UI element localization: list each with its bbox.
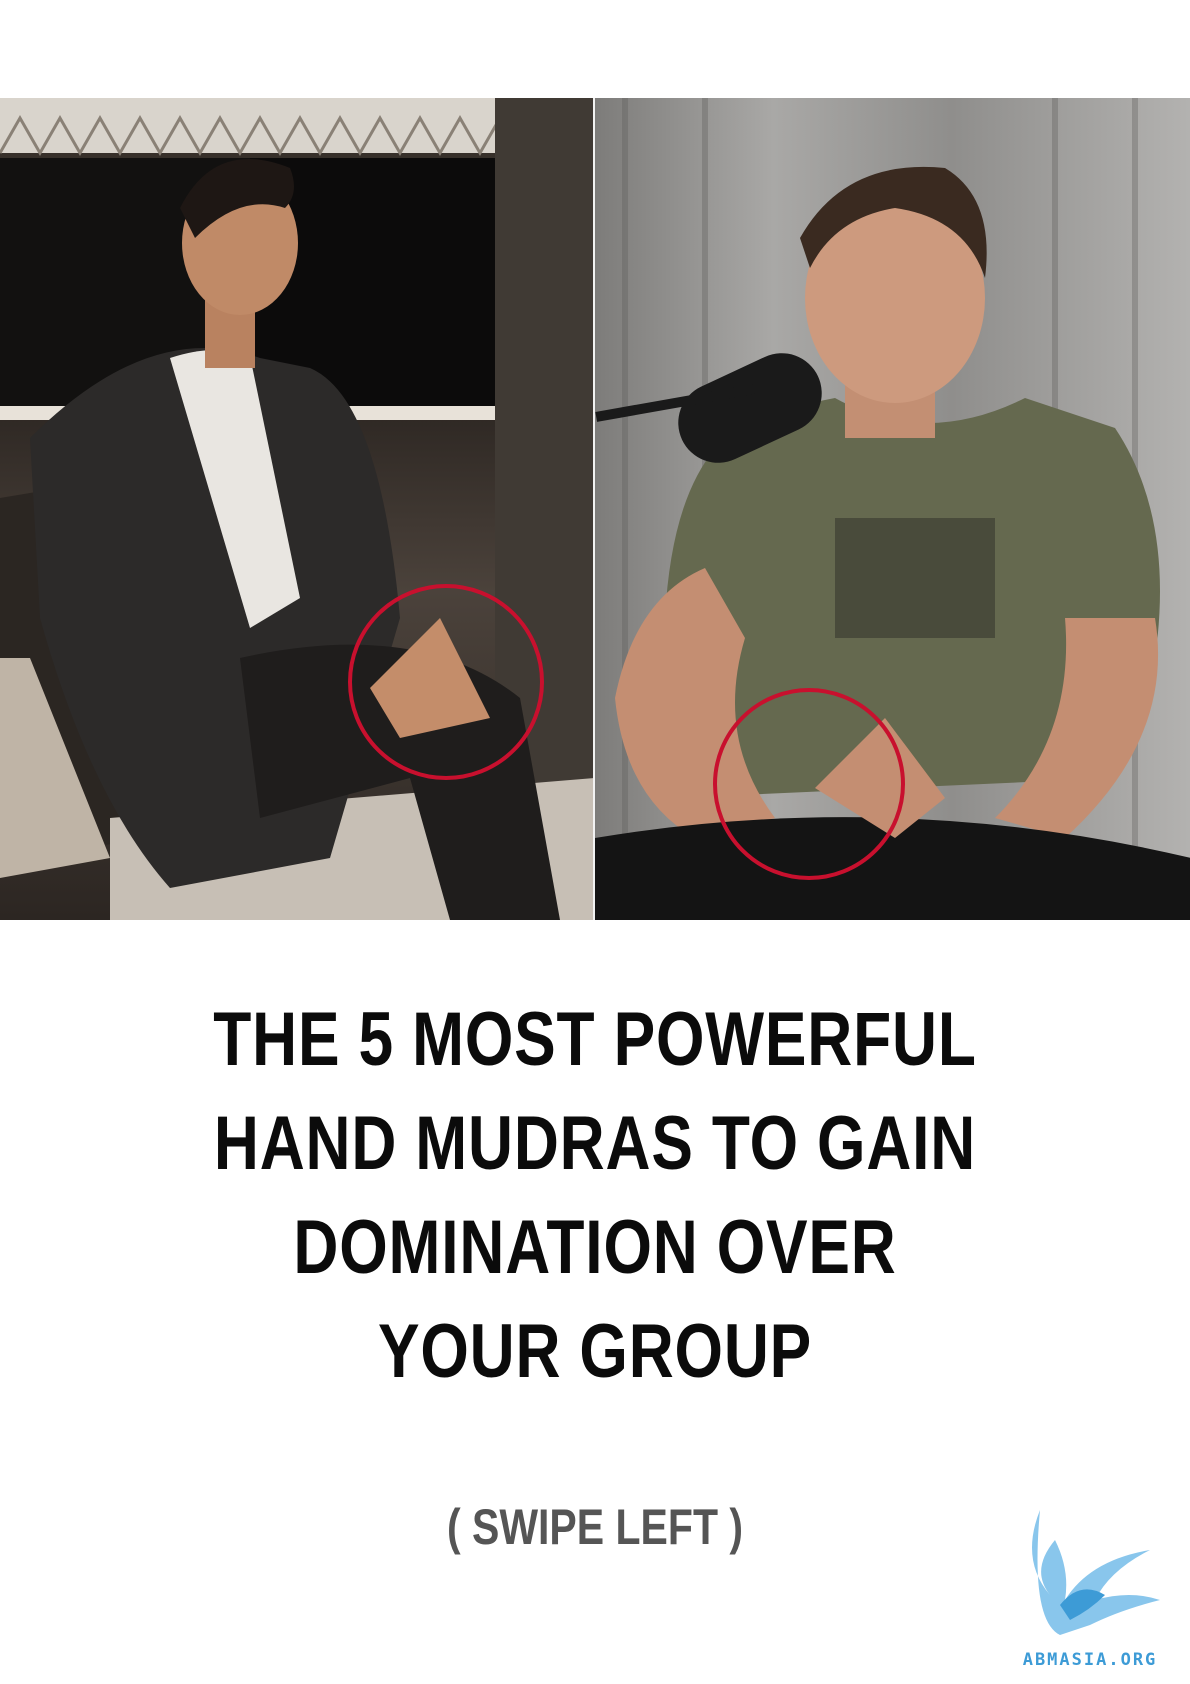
headline-line-2: HAND MUDRAS TO GAIN [213,1101,977,1186]
headline-line-1: THE 5 MOST POWERFUL [213,997,977,1082]
logo-text: ABMASIA.ORG [1022,1650,1158,1670]
right-photo-illustration [595,98,1190,920]
photo-strip [0,98,1190,920]
left-photo-illustration [0,98,593,920]
headline: THE 5 MOST POWERFUL HAND MUDRAS TO GAIN … [107,988,1083,1404]
headline-line-3: DOMINATION OVER [293,1205,897,1290]
logo: ABMASIA.ORG [1010,1500,1170,1670]
headline-line-4: YOUR GROUP [377,1309,813,1394]
left-photo [0,98,593,920]
winged-griffin-icon [1032,1510,1160,1635]
swipe-left-cta: ( SWIPE LEFT ) [446,1499,744,1555]
right-photo [595,98,1190,920]
